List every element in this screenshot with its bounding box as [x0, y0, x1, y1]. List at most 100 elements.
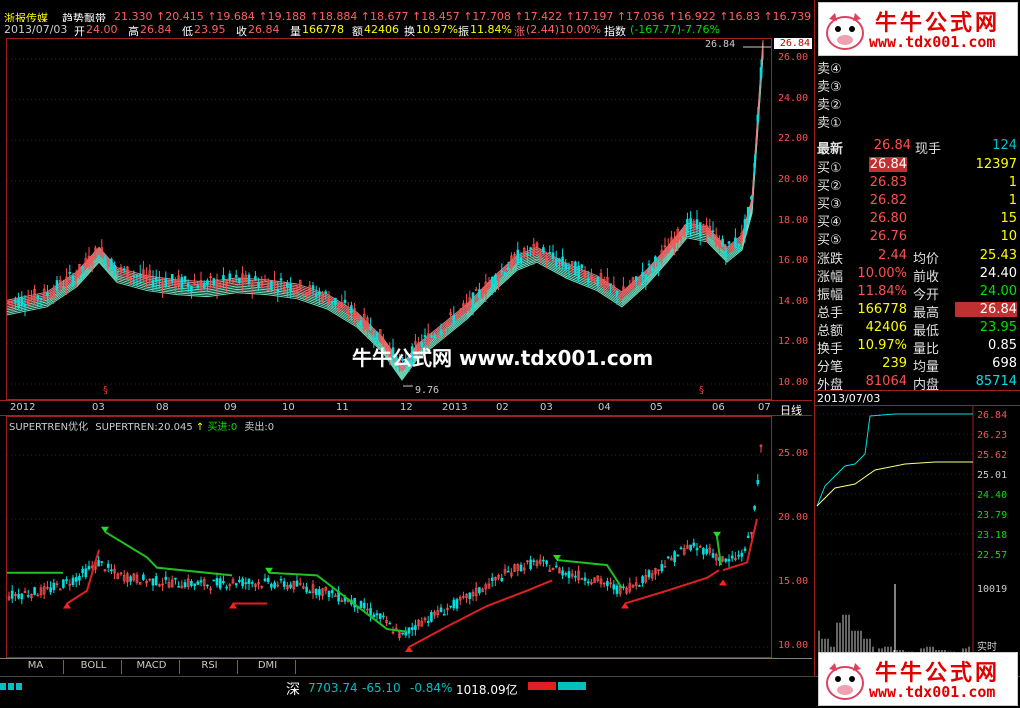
tab-rsi[interactable]: RSI — [182, 660, 238, 674]
candle-body — [698, 222, 702, 237]
buy-count: 买进:0 — [207, 422, 238, 433]
candle-body — [686, 219, 689, 234]
candle-body — [110, 258, 113, 271]
candle-body — [756, 114, 760, 122]
title-bar: 浙报传媒 趋势飘带 21.330 ↑20.415 ↑19.684 ↑19.188… — [0, 0, 812, 22]
trend-ribbon-line — [6, 40, 764, 367]
main-y-tick: 12.00 — [778, 336, 809, 348]
candle-body — [71, 275, 75, 286]
candle-body — [116, 270, 120, 273]
ind-candle-body — [442, 613, 446, 616]
top-logo: 牛牛公式网 www.tdx001.com — [818, 2, 1018, 56]
buy-volume: 1 — [1008, 175, 1017, 190]
ind-candle-body — [164, 576, 168, 580]
buy-label: 买② — [817, 179, 842, 194]
ind-candle-body — [215, 578, 219, 586]
turn-label: 换 — [404, 25, 415, 38]
ind-candle-body — [519, 564, 523, 572]
buy-volume: 12397 — [975, 157, 1017, 172]
indicator-y-axis: 25.00 20.00 15.00 10.00 — [772, 416, 812, 658]
stock-name[interactable]: 浙报传媒 — [4, 10, 48, 22]
indicator-chart[interactable]: SUPERTREN优化 SUPERTREN:20.045 ↑ 买进:0 卖出:0 — [6, 416, 772, 658]
stat-label: 振幅 — [817, 288, 844, 303]
candle-body — [650, 266, 654, 272]
candle-body — [39, 297, 43, 300]
candle-body — [132, 275, 136, 278]
ind-candle-body — [362, 602, 366, 609]
ind-candle-body — [606, 581, 609, 587]
candle-body — [202, 283, 206, 289]
level-list: 21.330 ↑20.415 ↑19.684 ↑19.188 ↑18.884 ↑… — [114, 10, 811, 22]
ind-candle-body — [250, 582, 254, 584]
buy-label: 买④ — [817, 215, 842, 230]
stat-label: 今开 — [913, 288, 940, 303]
quote-panel: 卖⑤卖④卖③卖②卖① 最新 26.84 现手 124 买①26.8412397买… — [814, 0, 1020, 676]
ind-candle-body — [308, 591, 312, 594]
stat-value: 2.44 — [878, 248, 907, 263]
candle-body — [228, 273, 232, 280]
x-tick-label: 2012 — [10, 402, 36, 413]
ind-candle-body — [273, 582, 276, 588]
tab-ma[interactable]: MA — [8, 660, 64, 674]
stat-value: 698 — [992, 356, 1017, 371]
trend-ribbon-line — [6, 48, 764, 375]
intraday-chart[interactable]: 26.84 26.23 25.62 25.01 24.40 23.79 23.18 22.57… — [815, 406, 1020, 676]
candle-body — [526, 253, 529, 256]
ind-candle-body — [730, 555, 734, 559]
candle-body — [151, 279, 155, 287]
candle-body — [222, 275, 225, 281]
market-index: 7703.74 — [308, 681, 358, 695]
ind-candle-body — [695, 547, 699, 551]
ind-candle-body — [382, 615, 385, 618]
candle-body — [695, 219, 699, 230]
candle-body — [439, 330, 443, 335]
candle-body — [500, 270, 504, 273]
candle-body — [634, 276, 638, 281]
ind-candle-body — [737, 555, 740, 557]
candle-body — [516, 249, 520, 265]
latest-price: 26.84 — [873, 138, 911, 153]
ind-candle-body — [500, 577, 504, 582]
ind-candle-body — [490, 577, 494, 581]
market-amount: 1018.09亿 — [456, 683, 518, 697]
x-tick-label: 06 — [712, 402, 725, 413]
candle-body — [311, 285, 315, 290]
indicator-y-tick: 20.00 — [778, 512, 809, 523]
sell-arrow-icon — [101, 526, 109, 533]
sell-label: 卖① — [817, 116, 842, 131]
candle-body — [743, 218, 747, 234]
ind-candle-body — [244, 582, 248, 584]
candle-body — [369, 325, 372, 331]
indicator-name[interactable]: 趋势飘带 — [62, 10, 106, 22]
x-tick-label: 03 — [540, 402, 553, 413]
candle-body — [558, 258, 561, 262]
tab-boll[interactable]: BOLL — [66, 660, 122, 674]
tab-macd[interactable]: MACD — [124, 660, 180, 674]
cow-logo-icon — [826, 663, 864, 700]
ind-candle-body — [222, 580, 225, 584]
stat-label: 涨跌 — [817, 252, 844, 267]
buy-label: 买③ — [817, 197, 842, 212]
open-label: 开 — [74, 25, 85, 38]
sell-label: 卖④ — [817, 62, 842, 77]
ind-candle-body — [289, 584, 292, 588]
level-value: ↑16.922 — [664, 10, 716, 22]
indicator-y-tick: 10.00 — [778, 640, 809, 651]
ind-candle-body — [746, 535, 750, 538]
ind-candle-body — [49, 587, 52, 593]
ind-candle-body — [151, 578, 155, 586]
candle-body — [103, 256, 107, 265]
ind-candle-body — [263, 578, 267, 582]
high-value: 26.84 — [140, 23, 172, 36]
ind-candle-body — [647, 570, 651, 578]
stat-value: 239 — [882, 356, 907, 371]
candle-body — [519, 257, 523, 263]
ind-candle-body — [378, 613, 382, 619]
candle-body — [647, 263, 651, 266]
ind-candle-body — [177, 586, 180, 588]
candle-body — [567, 266, 571, 269]
candle-body — [62, 287, 65, 289]
tab-dmi[interactable]: DMI — [240, 660, 296, 674]
buy-volume: 1 — [1008, 193, 1017, 208]
ind-candle-body — [65, 579, 68, 581]
